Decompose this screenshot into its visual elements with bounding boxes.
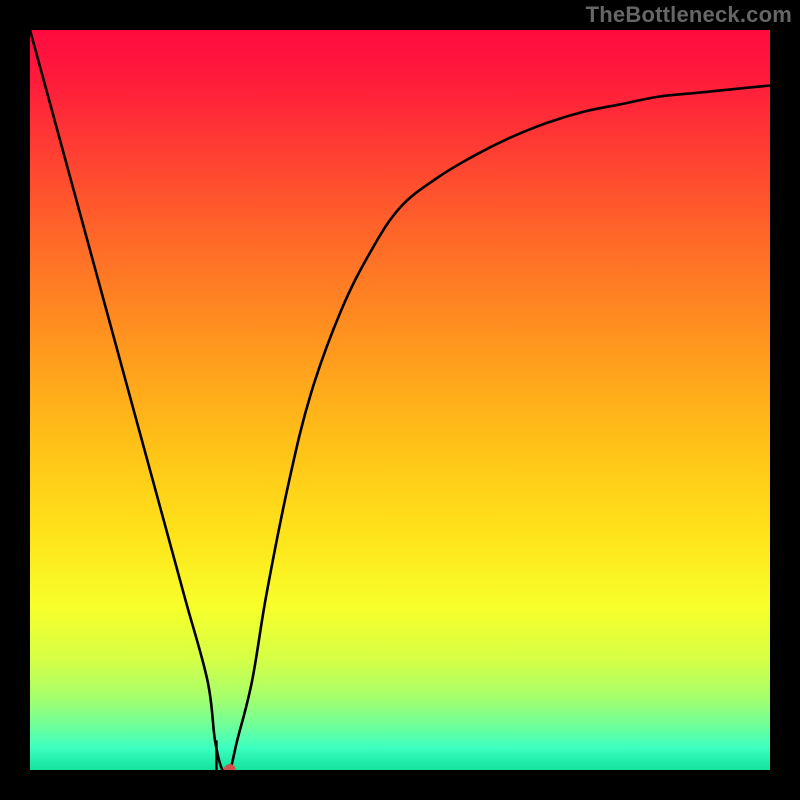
plot-background — [30, 30, 770, 770]
chart-frame: TheBottleneck.com — [0, 0, 800, 800]
plot-area — [30, 30, 770, 770]
chart-svg — [30, 30, 770, 770]
watermark-text: TheBottleneck.com — [586, 2, 792, 28]
